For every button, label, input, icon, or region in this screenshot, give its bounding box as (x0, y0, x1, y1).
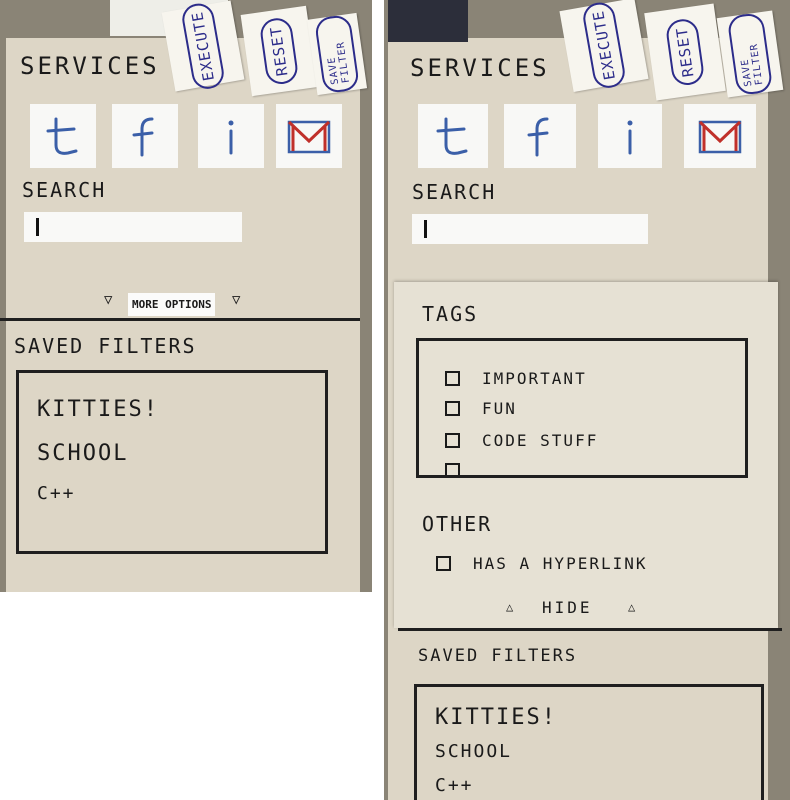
prototype-expanded-view: SERVICES EXECUTE RESET SAVE FILTER SEARC… (384, 0, 790, 800)
tags-list: IMPORTANT FUN CODE STUFF (416, 338, 748, 478)
execute-button[interactable]: EXECUTE (161, 0, 245, 92)
text-cursor (424, 220, 427, 238)
more-options-panel: TAGS IMPORTANT FUN CODE STUFF OTHER HAS … (394, 282, 778, 628)
checkbox[interactable] (445, 463, 460, 475)
service-facebook[interactable] (112, 104, 178, 168)
execute-button[interactable]: EXECUTE (559, 0, 649, 92)
tag-overflow-row[interactable] (445, 463, 482, 475)
expand-triangle-icon[interactable]: ▽ (104, 292, 112, 308)
save-filter-label: SAVE FILTER (313, 13, 361, 95)
gmail-icon (287, 120, 331, 154)
more-options-button[interactable]: MORE OPTIONS (128, 293, 216, 316)
service-gmail[interactable] (276, 104, 342, 168)
checkbox[interactable] (445, 433, 460, 448)
info-icon (627, 120, 633, 155)
saved-filter-cpp[interactable]: C++ (37, 483, 76, 504)
saved-filters-title: SAVED FILTERS (418, 646, 578, 666)
search-label: SEARCH (412, 180, 497, 204)
checkbox[interactable] (445, 371, 460, 386)
search-input[interactable] (24, 212, 242, 242)
prototype-collapsed-view: SERVICES EXECUTE RESET SAVE FILTER SEARC… (0, 0, 372, 592)
facebook-icon (527, 117, 549, 157)
reset-button[interactable]: RESET (240, 5, 318, 97)
reset-button[interactable]: RESET (644, 3, 726, 101)
service-twitter[interactable] (30, 104, 96, 168)
option-label: HAS A HYPERLINK (473, 554, 648, 573)
twitter-icon (46, 117, 78, 155)
tags-title: TAGS (422, 302, 479, 326)
collapse-triangle-icon[interactable]: △ (628, 600, 635, 614)
tag-label: FUN (482, 399, 517, 418)
save-filter-label: SAVE FILTER (726, 11, 774, 97)
twitter-icon (436, 117, 468, 155)
service-info[interactable] (198, 104, 264, 168)
divider (398, 628, 782, 631)
saved-filter-school[interactable]: SCHOOL (435, 741, 512, 762)
tag-label: IMPORTANT (482, 369, 587, 388)
option-has-hyperlink[interactable]: HAS A HYPERLINK (436, 554, 648, 573)
tag-code-stuff[interactable]: CODE STUFF (445, 431, 598, 450)
text-cursor (36, 218, 39, 236)
expand-triangle-icon[interactable]: ▽ (232, 292, 240, 308)
divider (0, 318, 360, 321)
search-label: SEARCH (22, 178, 107, 202)
service-facebook[interactable] (504, 104, 576, 168)
collapse-triangle-icon[interactable]: △ (506, 600, 513, 614)
reset-label: RESET (258, 16, 300, 86)
tag-important[interactable]: IMPORTANT (445, 369, 587, 388)
gmail-icon (698, 120, 742, 154)
saved-filter-kitties[interactable]: KITTIES! (37, 397, 159, 422)
checkbox[interactable] (445, 401, 460, 416)
save-filter-button[interactable]: SAVE FILTER (716, 10, 784, 98)
saved-filter-kitties[interactable]: KITTIES! (435, 705, 557, 730)
dark-object (388, 0, 468, 42)
other-title: OTHER (422, 512, 493, 536)
hide-button[interactable]: HIDE (542, 598, 593, 617)
facebook-icon (132, 117, 154, 157)
execute-label: EXECUTE (179, 0, 227, 92)
saved-filters-title: SAVED FILTERS (14, 334, 197, 358)
reset-label: RESET (664, 17, 706, 87)
checkbox[interactable] (436, 556, 451, 571)
service-info[interactable] (598, 104, 662, 168)
tag-fun[interactable]: FUN (445, 399, 517, 418)
execute-label: EXECUTE (580, 0, 628, 91)
saved-filters-list: KITTIES! SCHOOL C++ (414, 684, 764, 800)
service-twitter[interactable] (418, 104, 488, 168)
saved-filter-school[interactable]: SCHOOL (37, 441, 128, 466)
service-gmail[interactable] (684, 104, 756, 168)
save-filter-button[interactable]: SAVE FILTER (306, 12, 368, 96)
search-input[interactable] (412, 214, 648, 244)
services-title: SERVICES (410, 54, 550, 82)
saved-filter-cpp[interactable]: C++ (435, 775, 474, 796)
saved-filters-list: KITTIES! SCHOOL C++ (16, 370, 328, 554)
services-title: SERVICES (20, 52, 160, 80)
info-icon (228, 120, 234, 155)
tag-label: CODE STUFF (482, 431, 599, 450)
